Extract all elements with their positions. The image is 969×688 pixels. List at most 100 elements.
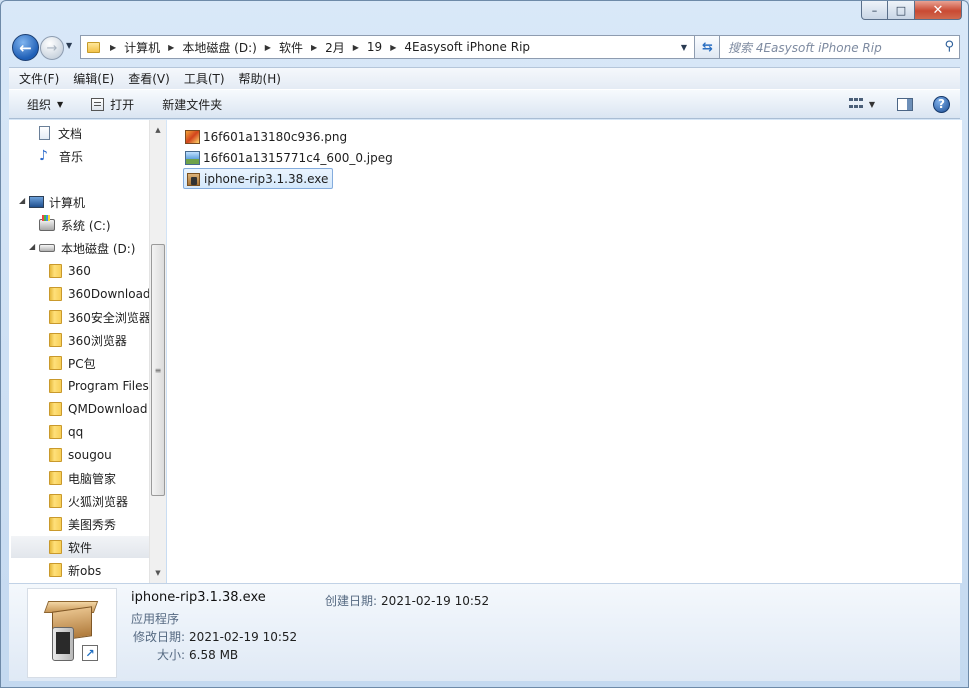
- recent-pages-dropdown[interactable]: ▼: [66, 41, 72, 50]
- search-icon[interactable]: ⚲: [944, 39, 954, 54]
- file-thumbnail: ↗: [27, 588, 117, 678]
- menu-file[interactable]: 文件(F): [19, 70, 59, 87]
- tree-item-folder[interactable]: 360安全浏览器: [49, 306, 151, 328]
- breadcrumb-separator-icon[interactable]: ▶: [265, 43, 271, 52]
- address-history-dropdown[interactable]: ▼: [676, 36, 692, 58]
- detail-modified: 修改日期: 2021-02-19 10:52: [133, 628, 297, 645]
- scroll-down-icon[interactable]: ▼: [150, 565, 166, 581]
- breadcrumb-item[interactable]: 2月: [325, 39, 345, 56]
- menu-tools[interactable]: 工具(T): [184, 70, 225, 87]
- tree-item-label: PC包: [68, 356, 96, 371]
- view-options-dropdown[interactable]: ▼: [869, 100, 875, 109]
- help-icon[interactable]: ?: [933, 95, 950, 113]
- folder-icon: [49, 563, 62, 577]
- refresh-button[interactable]: ⇆: [695, 35, 721, 59]
- hard-drive-icon: [39, 244, 55, 252]
- breadcrumb-item[interactable]: 本地磁盘 (D:): [182, 39, 256, 56]
- minimize-button[interactable]: –: [861, 1, 888, 20]
- address-bar[interactable]: ▶ 计算机 ▶ 本地磁盘 (D:) ▶ 软件 ▶ 2月 ▶ 19 ▶ 4Easy…: [80, 35, 695, 59]
- detail-file-name: iphone-rip3.1.38.exe: [131, 590, 266, 605]
- windows-drive-icon: [39, 215, 55, 231]
- tree-item-label: sougou: [68, 448, 112, 462]
- tree-item-folder[interactable]: qq: [49, 421, 83, 443]
- tree-item-folder[interactable]: 360浏览器: [49, 329, 127, 351]
- tree-item-folder[interactable]: 360: [49, 260, 91, 282]
- tree-item-music[interactable]: ♪ 音乐: [39, 145, 83, 167]
- tree-item-folder[interactable]: 电脑管家: [49, 467, 116, 489]
- view-controls: ▼ ?: [848, 90, 960, 118]
- file-item[interactable]: 16f601a1315771c4_600_0.jpeg: [183, 147, 397, 168]
- scroll-up-icon[interactable]: ▲: [150, 122, 166, 138]
- organize-label: 组织: [27, 97, 52, 112]
- tree-item-folder[interactable]: Program Files: [49, 375, 149, 397]
- folder-icon: [49, 356, 62, 370]
- tree-item-label: qq: [68, 425, 84, 439]
- breadcrumb-separator-icon[interactable]: ▶: [353, 43, 359, 52]
- organize-button[interactable]: 组织 ▼: [27, 96, 63, 113]
- maximize-button[interactable]: □: [888, 1, 915, 20]
- file-item-selected[interactable]: iphone-rip3.1.38.exe: [183, 168, 334, 189]
- png-file-icon: [185, 129, 200, 144]
- created-value: 2021-02-19 10:52: [381, 594, 490, 608]
- breadcrumb-separator-icon[interactable]: ▶: [168, 43, 174, 52]
- tree-item-folder[interactable]: sougou: [49, 444, 112, 466]
- tree-item-folder[interactable]: 火狐浏览器: [49, 490, 128, 512]
- modified-label: 修改日期:: [133, 630, 186, 644]
- tree-item-folder[interactable]: 美图秀秀: [49, 513, 116, 535]
- expand-arrow-icon[interactable]: ◢: [19, 196, 25, 205]
- breadcrumb-item[interactable]: 软件: [279, 39, 303, 56]
- tree-item-label: 360浏览器: [68, 333, 127, 348]
- arrow-left-icon: ←: [19, 38, 32, 57]
- search-input[interactable]: 搜索 4Easysoft iPhone Rip ⚲: [719, 35, 960, 59]
- preview-pane-icon[interactable]: [897, 97, 913, 111]
- navigation-bar: ← → ▼ ▶ 计算机 ▶ 本地磁盘 (D:) ▶ 软件 ▶ 2月 ▶ 19 ▶…: [9, 32, 960, 62]
- tree-item-system-drive[interactable]: 系统 (C:): [39, 214, 111, 236]
- tree-item-label: 音乐: [59, 149, 84, 164]
- detail-file-type: 应用程序: [131, 612, 180, 626]
- breadcrumb-separator-icon[interactable]: ▶: [110, 43, 116, 52]
- folder-icon: [49, 517, 62, 531]
- breadcrumb-separator-icon[interactable]: ▶: [390, 43, 396, 52]
- tree-item-label: 360: [68, 264, 91, 278]
- phone-icon: [52, 627, 74, 661]
- breadcrumb-item[interactable]: 4Easysoft iPhone Rip: [404, 40, 530, 54]
- tree-item-folder-selected[interactable]: 软件: [11, 536, 149, 558]
- change-view-icon[interactable]: [848, 98, 863, 110]
- open-button[interactable]: 打开: [91, 96, 134, 113]
- tree-item-folder[interactable]: 新obs: [49, 559, 101, 581]
- tree-item-local-disk[interactable]: 本地磁盘 (D:): [39, 237, 135, 259]
- tree-item-label: Program Files: [68, 379, 149, 393]
- tree-item-folder[interactable]: PC包: [49, 352, 96, 374]
- menu-help[interactable]: 帮助(H): [239, 70, 281, 87]
- tree-item-computer[interactable]: 计算机: [29, 191, 85, 213]
- folder-icon: [49, 448, 62, 462]
- menu-view[interactable]: 查看(V): [128, 70, 170, 87]
- installer-icon: [186, 172, 201, 186]
- tree-item-folder[interactable]: 360Downloads: [49, 283, 157, 305]
- tree-item-label: 文档: [58, 126, 83, 141]
- tree-item-label: 系统 (C:): [61, 218, 111, 233]
- file-list: 16f601a13180c936.png 16f601a1315771c4_60…: [167, 120, 962, 583]
- breadcrumb-item[interactable]: 19: [367, 40, 382, 54]
- shortcut-arrow-icon: ↗: [82, 645, 98, 661]
- folder-icon: [49, 333, 62, 347]
- document-icon: [39, 126, 50, 140]
- menu-edit[interactable]: 编辑(E): [73, 70, 114, 87]
- tree-item-label: 火狐浏览器: [68, 494, 129, 509]
- tree-item-documents[interactable]: 文档: [39, 122, 82, 144]
- navigation-pane: 文档 ♪ 音乐 ◢ 计算机 系统 (C:) ◢ 本地磁盘 (D:) 360 36…: [9, 120, 166, 583]
- back-button[interactable]: ←: [12, 34, 39, 61]
- scrollbar-thumb[interactable]: ≡: [151, 244, 165, 496]
- tree-item-label: 计算机: [49, 195, 86, 210]
- breadcrumb-separator-icon[interactable]: ▶: [311, 43, 317, 52]
- close-button[interactable]: ✕: [915, 1, 962, 20]
- forward-button[interactable]: →: [40, 36, 64, 60]
- navigation-scrollbar[interactable]: ▲ ≡ ▼: [149, 120, 166, 583]
- breadcrumb-item[interactable]: 计算机: [124, 39, 160, 56]
- expand-arrow-icon[interactable]: ◢: [29, 242, 35, 251]
- folder-icon: [49, 494, 62, 508]
- tree-item-folder[interactable]: QMDownload: [49, 398, 147, 420]
- new-folder-button[interactable]: 新建文件夹: [162, 96, 222, 113]
- file-item[interactable]: 16f601a13180c936.png: [183, 126, 351, 147]
- tree-item-label: 360安全浏览器: [68, 310, 151, 325]
